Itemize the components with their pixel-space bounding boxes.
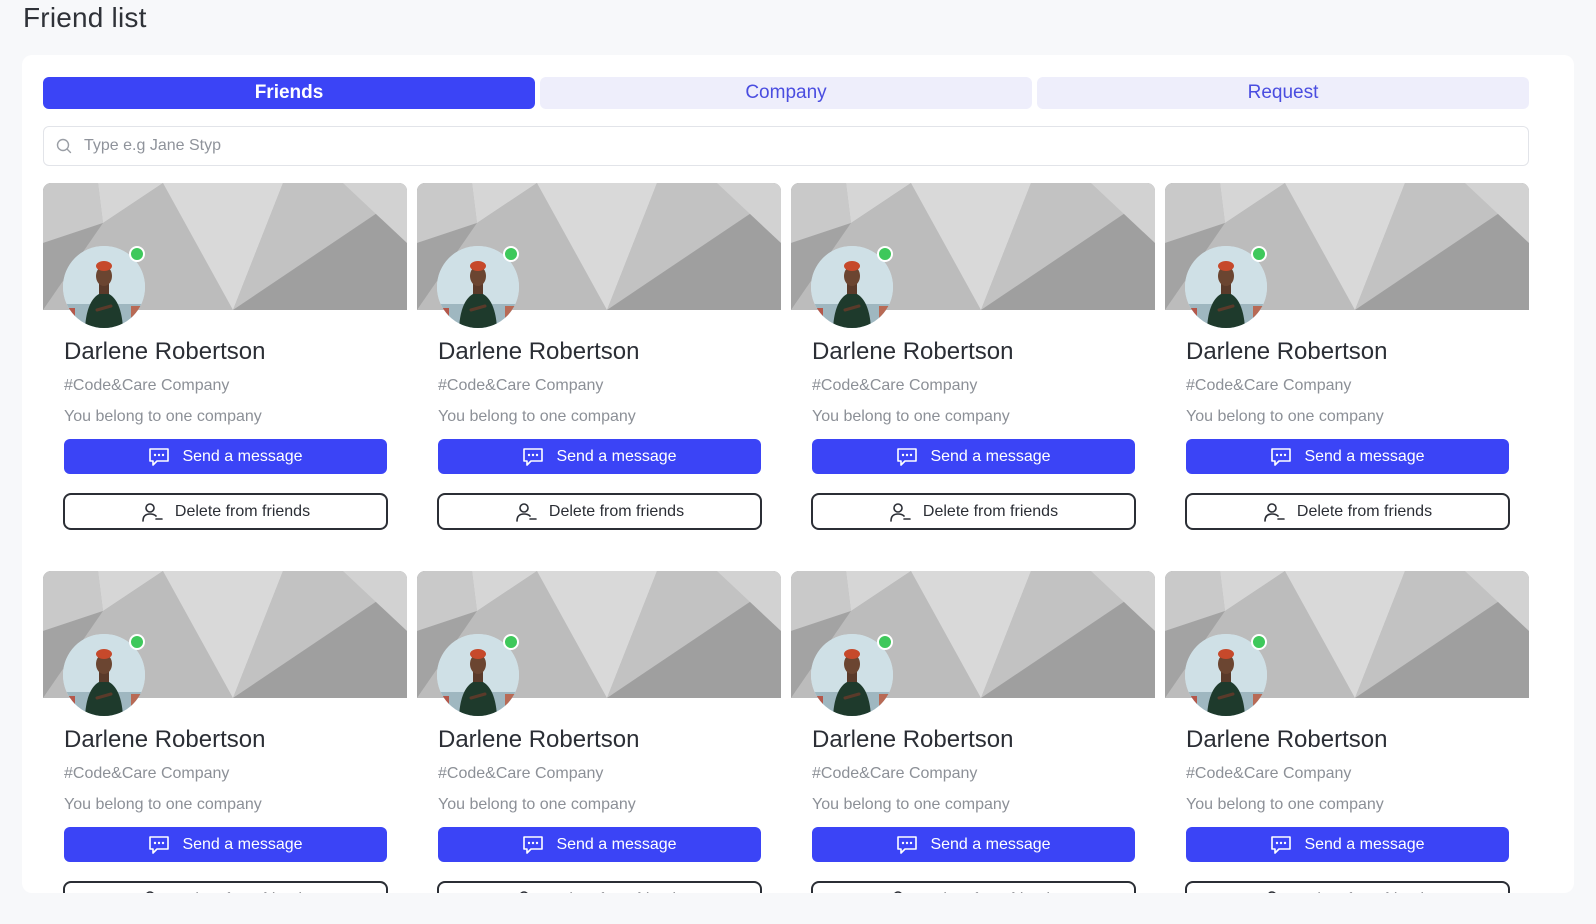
chat-bubble-icon [522, 835, 544, 855]
friend-company: #Code&Care Company [64, 377, 230, 394]
chat-bubble-icon [1270, 835, 1292, 855]
tab-company[interactable]: Company [540, 77, 1032, 109]
send-message-label: Send a message [182, 835, 303, 853]
chat-bubble-icon [896, 447, 918, 467]
friend-company: #Code&Care Company [438, 377, 604, 394]
chat-bubble-icon [148, 835, 170, 855]
online-status-icon [129, 634, 145, 650]
tab-friends[interactable]: Friends [43, 77, 535, 109]
online-status-icon [1251, 634, 1267, 650]
friend-company: #Code&Care Company [1186, 377, 1352, 394]
friend-name: Darlene Robertson [438, 338, 640, 365]
delete-friend-label: Delete from friends [548, 502, 685, 520]
chat-bubble-icon [896, 835, 918, 855]
online-status-icon [503, 634, 519, 650]
search-bar [43, 126, 1529, 166]
send-message-button[interactable]: Send a message [1186, 827, 1509, 862]
online-status-icon [503, 246, 519, 262]
delete-friend-button[interactable]: Delete from friends [63, 493, 388, 530]
user-remove-icon [1263, 889, 1285, 893]
friend-name: Darlene Robertson [64, 338, 266, 365]
friend-company: #Code&Care Company [812, 765, 978, 782]
friend-card: Darlene Robertson #Code&Care Company You… [791, 571, 1155, 893]
chat-bubble-icon [1270, 447, 1292, 467]
friend-company: #Code&Care Company [438, 765, 604, 782]
send-message-label: Send a message [556, 447, 677, 465]
friend-card: Darlene Robertson #Code&Care Company You… [1165, 571, 1529, 893]
friend-note: You belong to one company [438, 796, 636, 813]
delete-friend-button[interactable]: Delete from friends [1185, 493, 1510, 530]
friend-note: You belong to one company [1186, 408, 1384, 425]
delete-friend-button[interactable]: Delete from friends [1185, 881, 1510, 893]
friend-company: #Code&Care Company [812, 377, 978, 394]
friend-card: Darlene Robertson #Code&Care Company You… [417, 183, 781, 530]
send-message-button[interactable]: Send a message [812, 827, 1135, 862]
user-remove-icon [889, 501, 911, 523]
friend-card: Darlene Robertson #Code&Care Company You… [417, 571, 781, 893]
delete-friend-label: Delete from friends [174, 502, 311, 520]
chat-bubble-icon [522, 447, 544, 467]
send-message-button[interactable]: Send a message [64, 827, 387, 862]
page-title: Friend list [23, 2, 147, 33]
delete-friend-label: Delete from friends [549, 891, 684, 894]
online-status-icon [877, 634, 893, 650]
search-icon [56, 137, 74, 155]
delete-friend-label: Delete from friends [1296, 502, 1433, 520]
delete-friend-button[interactable]: Delete from friends [437, 493, 762, 530]
delete-friend-button[interactable]: Delete from friends [437, 881, 762, 893]
user-remove-icon [889, 889, 911, 893]
friend-name: Darlene Robertson [64, 726, 266, 753]
user-remove-icon [515, 889, 537, 893]
friend-name: Darlene Robertson [1186, 338, 1388, 365]
online-status-icon [1251, 246, 1267, 262]
send-message-button[interactable]: Send a message [438, 827, 761, 862]
online-status-icon [877, 246, 893, 262]
delete-friend-button[interactable]: Delete from friends [811, 493, 1136, 530]
friend-list-panel: Friends Company Request Type e.g Jane St… [22, 55, 1574, 893]
chat-bubble-icon [148, 447, 170, 467]
friend-note: You belong to one company [64, 408, 262, 425]
delete-friend-button[interactable]: Delete from friends [811, 881, 1136, 893]
user-remove-icon [1263, 501, 1285, 523]
friend-note: You belong to one company [438, 408, 636, 425]
send-message-label: Send a message [556, 835, 677, 853]
send-message-label: Send a message [182, 447, 303, 465]
send-message-button[interactable]: Send a message [64, 439, 387, 474]
friend-card: Darlene Robertson #Code&Care Company You… [1165, 183, 1529, 530]
send-message-label: Send a message [1304, 835, 1425, 853]
friend-company: #Code&Care Company [1186, 765, 1352, 782]
delete-friend-label: Delete from friends [923, 891, 1058, 894]
send-message-label: Send a message [930, 835, 1051, 853]
delete-friend-button[interactable]: Delete from friends [63, 881, 388, 893]
send-message-button[interactable]: Send a message [812, 439, 1135, 474]
friend-card: Darlene Robertson #Code&Care Company You… [43, 571, 407, 893]
friend-name: Darlene Robertson [1186, 726, 1388, 753]
friend-note: You belong to one company [812, 796, 1010, 813]
friend-name: Darlene Robertson [812, 726, 1014, 753]
send-message-label: Send a message [1304, 447, 1425, 465]
send-message-button[interactable]: Send a message [438, 439, 761, 474]
user-remove-icon [141, 501, 163, 523]
friend-note: You belong to one company [812, 408, 1010, 425]
friend-card: Darlene Robertson #Code&Care Company You… [791, 183, 1155, 530]
tab-request[interactable]: Request [1037, 77, 1529, 109]
send-message-label: Send a message [930, 447, 1051, 465]
delete-friend-label: Delete from friends [175, 891, 310, 894]
delete-friend-label: Delete from friends [922, 502, 1059, 520]
friend-name: Darlene Robertson [812, 338, 1014, 365]
friend-name: Darlene Robertson [438, 726, 640, 753]
friend-note: You belong to one company [1186, 796, 1384, 813]
friend-grid: Darlene Robertson #Code&Care Company You… [43, 183, 1529, 893]
send-message-button[interactable]: Send a message [1186, 439, 1509, 474]
search-input[interactable] [84, 131, 1528, 161]
user-remove-icon [515, 501, 537, 523]
delete-friend-label: Delete from friends [1297, 891, 1432, 894]
user-remove-icon [141, 889, 163, 893]
friend-note: You belong to one company [64, 796, 262, 813]
online-status-icon [129, 246, 145, 262]
friend-company: #Code&Care Company [64, 765, 230, 782]
friend-card: Darlene Robertson #Code&Care Company You… [43, 183, 407, 530]
tab-bar: Friends Company Request [43, 77, 1529, 109]
